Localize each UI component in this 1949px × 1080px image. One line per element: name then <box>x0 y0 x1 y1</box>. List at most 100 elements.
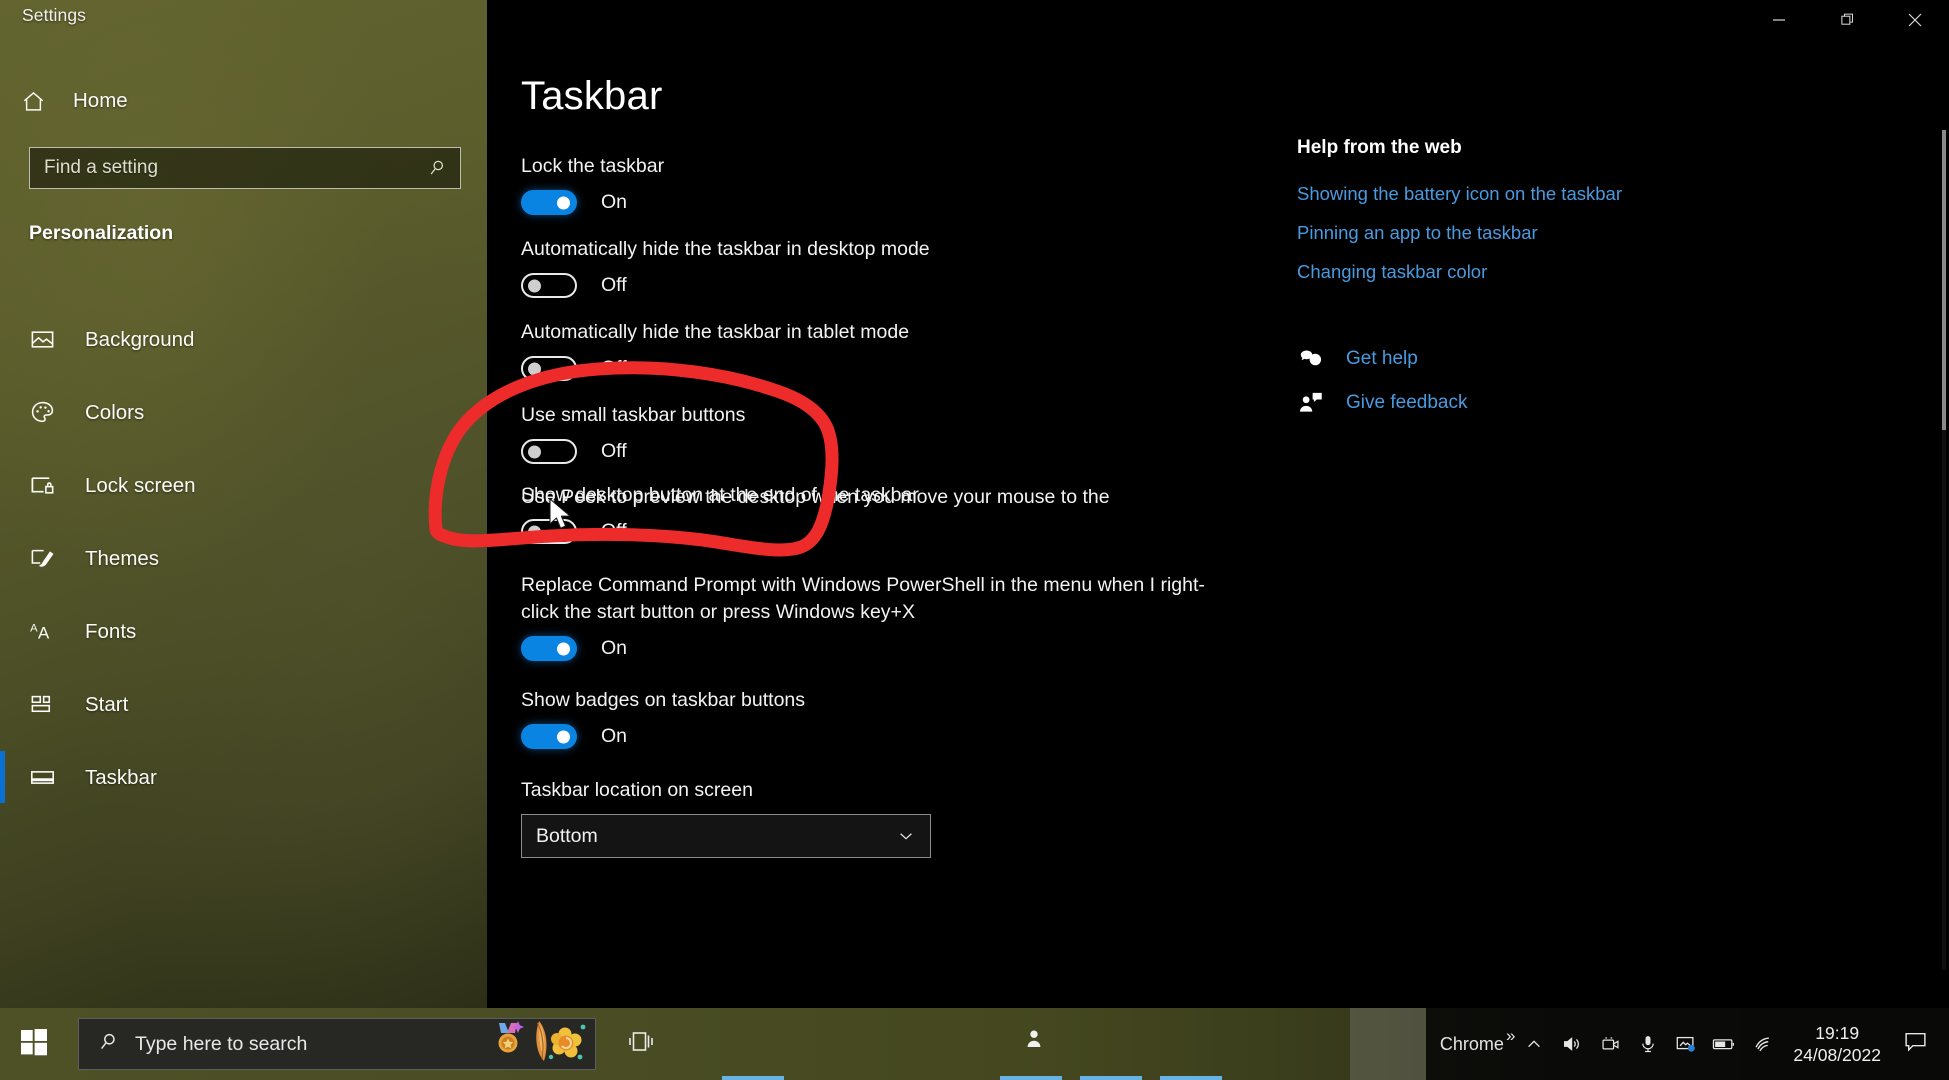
picture-icon <box>28 325 57 354</box>
setting-show-badges: Show badges on taskbar buttons On <box>521 687 1241 749</box>
help-link-taskbar-color[interactable]: Changing taskbar color <box>1297 259 1627 285</box>
svg-text:A: A <box>30 623 38 635</box>
settings-search-input[interactable]: Find a setting <box>44 157 426 179</box>
setting-label: Use small taskbar buttons <box>521 404 746 426</box>
sidebar-item-taskbar[interactable]: Taskbar <box>0 741 487 814</box>
start-tiles-icon <box>28 690 57 719</box>
window-title: Settings <box>22 5 87 25</box>
home-icon <box>20 88 46 114</box>
help-link-battery-icon[interactable]: Showing the battery icon on the taskbar <box>1297 181 1627 207</box>
scrollbar-thumb[interactable] <box>1942 130 1946 430</box>
wifi-icon[interactable] <box>1743 1008 1781 1080</box>
taskbar-location-dropdown[interactable]: Bottom <box>521 814 931 858</box>
get-help-action[interactable]: ? Get help <box>1297 337 1627 381</box>
camera-icon[interactable] <box>1591 1008 1629 1080</box>
setting-row: On <box>521 190 1241 215</box>
stickers-icon[interactable] <box>487 1019 587 1070</box>
content-scrollbar[interactable] <box>1942 130 1946 970</box>
minimize-button[interactable] <box>1745 0 1813 44</box>
system-tray: Chrome » 19:19 24/08/2022 <box>1425 1008 1949 1080</box>
setting-autohide-desktop-mode: Automatically hide the taskbar in deskto… <box>521 236 1241 298</box>
search-icon <box>97 1031 119 1058</box>
toggle-replace-command-prompt[interactable] <box>521 636 577 661</box>
running-app-indicator[interactable] <box>1160 1076 1222 1080</box>
setting-row: Off <box>521 273 1241 298</box>
setting-row: Off <box>521 519 1241 544</box>
sidebar-item-home-label: Home <box>73 89 128 112</box>
sidebar-item-lock-screen-label: Lock screen <box>85 473 196 497</box>
setting-label: Lock the taskbar <box>521 155 665 177</box>
people-icon[interactable] <box>1021 1026 1047 1052</box>
sidebar-item-lock-screen[interactable]: Lock screen <box>0 449 487 522</box>
sidebar-item-home[interactable]: Home <box>20 83 128 119</box>
setting-show-desktop-button: Show desktop button at the end of the ta… <box>521 482 1241 544</box>
close-icon <box>1907 12 1923 33</box>
clock-date: 24/08/2022 <box>1793 1045 1881 1065</box>
sidebar-item-background-label: Background <box>85 327 195 351</box>
close-button[interactable] <box>1881 0 1949 44</box>
help-panel-title: Help from the web <box>1297 137 1462 158</box>
get-help-label: Get help <box>1346 348 1418 369</box>
running-app-indicator[interactable] <box>1080 1076 1142 1080</box>
taskbar-icon <box>28 763 57 792</box>
toggle-knob <box>557 196 570 209</box>
sidebar-nav-list: Background Colors Lock screen Themes A A… <box>0 303 487 814</box>
settings-content-pane: Taskbar Lock the taskbar On Automaticall… <box>487 0 1949 1008</box>
chevron-up-icon[interactable] <box>1515 1008 1553 1080</box>
toggle-show-badges[interactable] <box>521 724 577 749</box>
window-controls <box>1689 0 1949 44</box>
setting-state: On <box>601 637 628 659</box>
running-app-indicator[interactable] <box>722 1076 784 1080</box>
taskbar-search-box[interactable]: Type here to search <box>78 1018 596 1070</box>
battery-icon[interactable] <box>1705 1008 1743 1080</box>
toggle-show-desktop-button[interactable] <box>521 519 577 544</box>
setting-state: Off <box>601 520 627 542</box>
sidebar-item-background[interactable]: Background <box>0 303 487 376</box>
setting-state: On <box>601 191 628 213</box>
sidebar-item-start[interactable]: Start <box>0 668 487 741</box>
volume-icon[interactable] <box>1553 1008 1591 1080</box>
sidebar-item-fonts-label: Fonts <box>85 619 137 643</box>
screenshot-icon[interactable] <box>1667 1008 1705 1080</box>
toggle-lock-the-taskbar[interactable] <box>521 190 577 215</box>
microphone-icon[interactable] <box>1629 1008 1667 1080</box>
taskbar-search-input[interactable]: Type here to search <box>135 1033 471 1056</box>
setting-label: Show desktop button at the end of the ta… <box>521 484 919 506</box>
settings-search-box[interactable]: Find a setting <box>29 147 461 189</box>
help-link-pinning-app[interactable]: Pinning an app to the taskbar <box>1297 220 1627 246</box>
setting-state: Off <box>601 440 627 462</box>
windows-logo-icon <box>20 1028 48 1061</box>
windows-taskbar: Type here to search Chrome » 19:19 24/08… <box>0 1008 1949 1080</box>
action-center-icon <box>1903 1029 1928 1059</box>
toggle-use-small-taskbar-buttons[interactable] <box>521 439 577 464</box>
setting-label: Automatically hide the taskbar in deskto… <box>521 238 930 260</box>
setting-state: On <box>601 725 628 747</box>
setting-row: Off <box>521 439 1241 464</box>
sidebar-category-label: Personalization <box>29 222 174 244</box>
restore-button[interactable] <box>1813 0 1881 44</box>
taskbar-location-value: Bottom <box>536 824 598 847</box>
setting-row: Off <box>521 356 1241 381</box>
restore-icon <box>1840 12 1855 32</box>
taskbar-clock[interactable]: 19:19 24/08/2022 <box>1793 1022 1881 1066</box>
chevron-down-icon <box>896 826 916 846</box>
toggle-knob <box>528 362 541 375</box>
sidebar-item-themes[interactable]: Themes <box>0 522 487 595</box>
give-feedback-action[interactable]: Give feedback <box>1297 381 1627 425</box>
help-from-the-web-panel: Help from the web Showing the battery ic… <box>1297 137 1627 425</box>
sidebar-item-fonts[interactable]: A A Fonts <box>0 595 487 668</box>
setting-row: On <box>521 636 1241 661</box>
toggle-autohide-tablet-mode[interactable] <box>521 356 577 381</box>
tray-overflow-icon[interactable]: » <box>1506 1026 1515 1046</box>
tray-app-label[interactable]: Chrome <box>1440 1034 1504 1055</box>
action-center-button[interactable] <box>1889 1008 1941 1080</box>
chrome-window-preview[interactable] <box>1349 1008 1426 1080</box>
sidebar-item-colors[interactable]: Colors <box>0 376 487 449</box>
toggle-autohide-desktop-mode[interactable] <box>521 273 577 298</box>
setting-lock-the-taskbar: Lock the taskbar On <box>521 153 1241 215</box>
start-button[interactable] <box>0 1008 68 1080</box>
running-app-indicator[interactable] <box>1000 1076 1062 1080</box>
task-view-button[interactable] <box>610 1008 674 1080</box>
toggle-knob <box>528 525 541 538</box>
give-feedback-label: Give feedback <box>1346 392 1468 413</box>
